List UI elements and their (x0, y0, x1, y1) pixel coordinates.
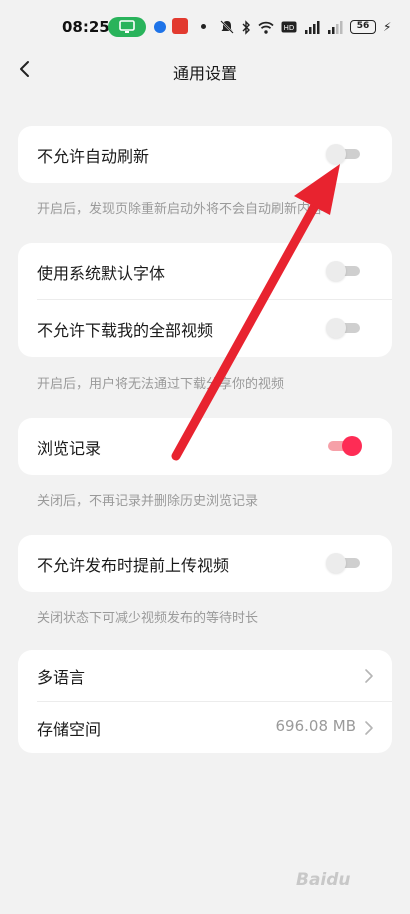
status-time: 08:25 (62, 18, 110, 36)
svg-text:HD: HD (284, 24, 295, 32)
setting-label: 不允许自动刷新 (37, 146, 150, 166)
setting-hint: 开启后，发现页除重新启动外将不会自动刷新内容 (37, 202, 324, 217)
chevron-right-icon (365, 669, 373, 683)
setting-label: 不允许下载我的全部视频 (37, 320, 214, 340)
setting-row-storage[interactable]: 存储空间 696.08 MB (18, 702, 392, 753)
setting-label: 使用系统默认字体 (37, 263, 166, 283)
watermark: Baidu (296, 870, 351, 890)
wifi-icon (258, 21, 274, 34)
app-icon (172, 18, 188, 34)
nav-bar: 通用设置 (0, 54, 410, 88)
app-icon (154, 21, 166, 33)
setting-hint: 关闭状态下可减少视频发布的等待时长 (37, 611, 259, 626)
setting-row-language[interactable]: 多语言 (18, 650, 392, 702)
setting-row-browse-history[interactable]: 浏览记录 (18, 418, 392, 475)
setting-row-system-font[interactable]: 使用系统默认字体 (18, 243, 392, 300)
status-icons: HD 56 ⚡ (220, 16, 391, 38)
setting-hint: 关闭后，不再记录并删除历史浏览记录 (37, 494, 259, 509)
no-auto-refresh-toggle[interactable] (326, 144, 362, 164)
setting-label: 存储空间 (37, 719, 102, 739)
signal-icon (328, 20, 343, 34)
page-title: 通用设置 (172, 64, 237, 83)
setting-row-no-pre-upload[interactable]: 不允许发布时提前上传视频 (18, 535, 392, 592)
setting-row-no-auto-refresh[interactable]: 不允许自动刷新 (18, 126, 392, 183)
setting-hint: 开启后，用户将无法通过下载分享你的视频 (37, 377, 285, 392)
setting-label: 多语言 (37, 668, 86, 687)
bluetooth-icon (242, 19, 250, 35)
setting-label: 浏览记录 (37, 438, 102, 458)
system-font-toggle[interactable] (326, 261, 362, 281)
setting-label: 不允许发布时提前上传视频 (37, 555, 230, 575)
mute-icon (220, 20, 234, 34)
dot-icon (201, 24, 206, 29)
hd-icon: HD (281, 21, 297, 33)
battery-icon: 56 (350, 20, 376, 34)
setting-row-no-download[interactable]: 不允许下载我的全部视频 (18, 300, 392, 357)
settings-card-auto-refresh: 不允许自动刷新 (18, 126, 392, 183)
cast-icon (108, 17, 146, 37)
settings-page: 08:25 HD 56 ⚡ 通用设置 不允许自动刷新 开启后，发现页除重新启动外… (0, 0, 410, 914)
settings-card-font-download: 使用系统默认字体 不允许下载我的全部视频 (18, 243, 392, 357)
no-download-toggle[interactable] (326, 318, 362, 338)
browse-history-toggle[interactable] (326, 436, 362, 456)
signal-icon (305, 20, 320, 34)
settings-card-upload: 不允许发布时提前上传视频 (18, 535, 392, 592)
settings-card-history: 浏览记录 (18, 418, 392, 475)
storage-value: 696.08 MB (275, 717, 357, 735)
status-bar: 08:25 HD 56 ⚡ (0, 0, 410, 54)
settings-card-general: 多语言 存储空间 696.08 MB (18, 650, 392, 753)
chevron-right-icon (365, 721, 373, 735)
charging-icon: ⚡ (383, 20, 392, 34)
no-pre-upload-toggle[interactable] (326, 553, 362, 573)
